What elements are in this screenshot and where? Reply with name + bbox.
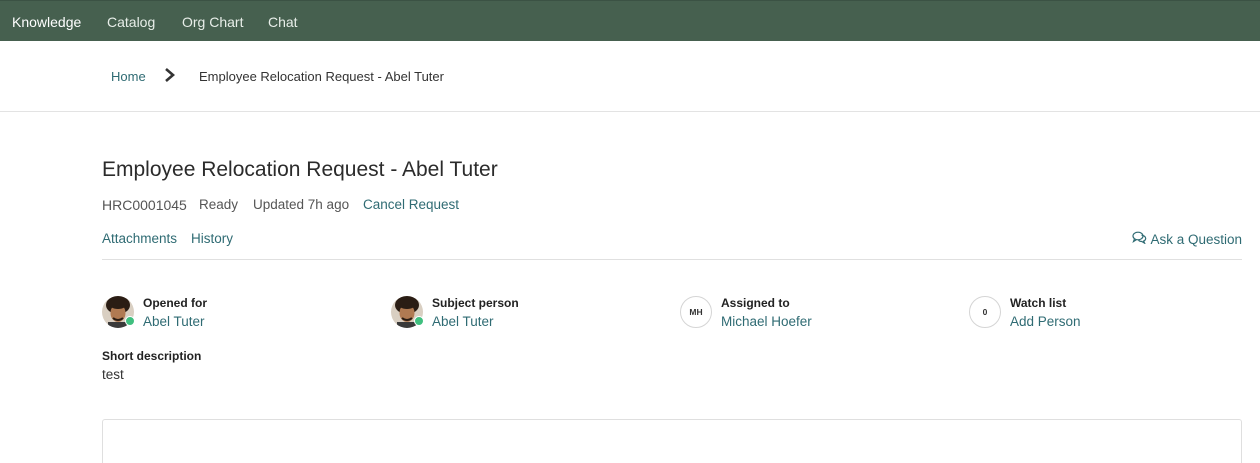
nav-item-knowledge[interactable]: Knowledge [12,14,81,30]
field-label: Watch list [1010,296,1067,310]
cancel-request-link[interactable]: Cancel Request [363,197,459,212]
subject-person-link[interactable]: Abel Tuter [432,314,494,329]
avatar [391,296,424,328]
field-watch-list: 0 Watch list Add Person [969,296,1229,332]
avatar [102,296,135,328]
tabs-row: Attachments History Ask a Question [102,231,1242,260]
assigned-to-link[interactable]: Michael Hoefer [721,314,812,329]
short-description-value: test [102,367,124,382]
watch-list-count-badge: 0 [969,296,1001,328]
ask-question-link[interactable]: Ask a Question [1132,231,1242,247]
add-person-link[interactable]: Add Person [1010,314,1081,329]
activity-card [102,419,1242,463]
field-label: Subject person [432,296,519,310]
page-title: Employee Relocation Request - Abel Tuter [102,158,498,181]
tab-attachments[interactable]: Attachments [102,231,177,246]
nav-item-org-chart[interactable]: Org Chart [182,14,243,30]
nav-item-chat[interactable]: Chat [268,14,298,30]
field-label: Opened for [143,296,208,310]
breadcrumb-current: Employee Relocation Request - Abel Tuter [199,69,444,84]
breadcrumb: Home Employee Relocation Request - Abel … [0,41,1260,112]
chevron-right-icon [163,67,177,83]
ask-question-label: Ask a Question [1150,231,1242,247]
top-navigation-bar: Knowledge Catalog Org Chart Chat [0,0,1260,41]
field-subject-person: Subject person Abel Tuter [391,296,651,332]
short-description-label: Short description [102,349,202,363]
field-opened-for: Opened for Abel Tuter [102,296,362,332]
assignee-initials-avatar: MH [680,296,712,328]
opened-for-link[interactable]: Abel Tuter [143,314,205,329]
field-assigned-to: MH Assigned to Michael Hoefer [680,296,940,332]
field-label: Assigned to [721,296,790,310]
presence-online-indicator [125,316,135,326]
nav-item-catalog[interactable]: Catalog [107,14,155,30]
request-state: Ready [199,197,239,212]
request-updated: Updated 7h ago [253,197,350,212]
comments-icon [1132,231,1150,247]
request-number: HRC0001045 [102,197,187,213]
presence-online-indicator [414,316,424,326]
breadcrumb-home-link[interactable]: Home [111,69,146,84]
tab-history[interactable]: History [191,231,233,246]
